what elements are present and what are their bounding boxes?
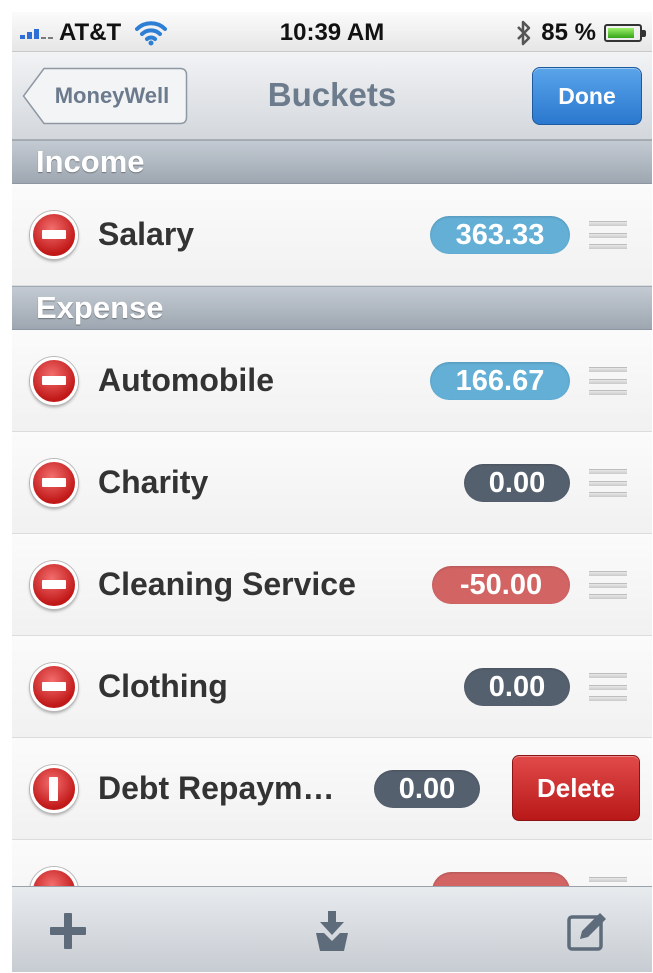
reorder-handle-icon[interactable] — [589, 571, 627, 599]
status-right: 85 % — [515, 19, 646, 47]
delete-button[interactable]: Delete — [512, 755, 640, 821]
compose-icon[interactable] — [566, 909, 610, 953]
balance-badge: 0.00 — [464, 464, 570, 502]
bucket-label: Charity — [98, 464, 209, 500]
remove-icon[interactable] — [30, 663, 78, 711]
battery-fill — [608, 28, 634, 38]
remove-icon[interactable] — [30, 561, 78, 609]
bucket-label: Automobile — [98, 362, 274, 398]
section-header-income: Income — [12, 140, 652, 184]
bucket-label: Clothing — [98, 668, 228, 704]
balance-badge: 0.00 — [374, 770, 480, 808]
remove-icon[interactable] — [30, 357, 78, 405]
plus-icon[interactable] — [46, 909, 90, 953]
balance-badge: 363.33 — [430, 216, 570, 254]
phone-screen: AT&T 10:39 AM 85 % MoneyWell Buckets Don… — [12, 12, 652, 972]
battery-percent: 85 % — [541, 19, 596, 46]
reorder-handle-icon[interactable] — [589, 367, 627, 395]
balance-badge: 0.00 — [464, 668, 570, 706]
bucket-row-salary[interactable]: Salary 363.33 — [12, 184, 652, 286]
download-tray-icon[interactable] — [310, 909, 354, 953]
bucket-label: Cleaning Service — [98, 566, 356, 602]
reorder-handle-icon[interactable] — [589, 673, 627, 701]
bucket-label: Debt Repaym… — [98, 770, 335, 806]
status-bar: AT&T 10:39 AM 85 % — [12, 12, 652, 52]
reorder-handle-icon[interactable] — [589, 469, 627, 497]
bucket-label: Salary — [98, 216, 195, 252]
remove-icon-rotated[interactable] — [30, 765, 78, 813]
bucket-row-clothing[interactable]: Clothing 0.00 — [12, 636, 652, 738]
navigation-bar: MoneyWell Buckets Done — [12, 52, 652, 140]
balance-badge: 166.67 — [430, 362, 570, 400]
bucket-row-automobile[interactable]: Automobile 166.67 — [12, 330, 652, 432]
reorder-handle-icon[interactable] — [589, 221, 627, 249]
battery-icon — [604, 24, 646, 42]
bluetooth-icon — [517, 20, 531, 46]
bucket-row-cleaning-service[interactable]: Cleaning Service -50.00 — [12, 534, 652, 636]
balance-badge: -50.00 — [432, 566, 570, 604]
bucket-row-debt-repayment[interactable]: Debt Repaym… 0.00 Delete — [12, 738, 652, 840]
done-button[interactable]: Done — [532, 67, 642, 125]
bottom-toolbar — [12, 886, 652, 972]
bucket-row-charity[interactable]: Charity 0.00 — [12, 432, 652, 534]
remove-icon[interactable] — [30, 211, 78, 259]
remove-icon[interactable] — [30, 459, 78, 507]
section-header-expense: Expense — [12, 286, 652, 330]
